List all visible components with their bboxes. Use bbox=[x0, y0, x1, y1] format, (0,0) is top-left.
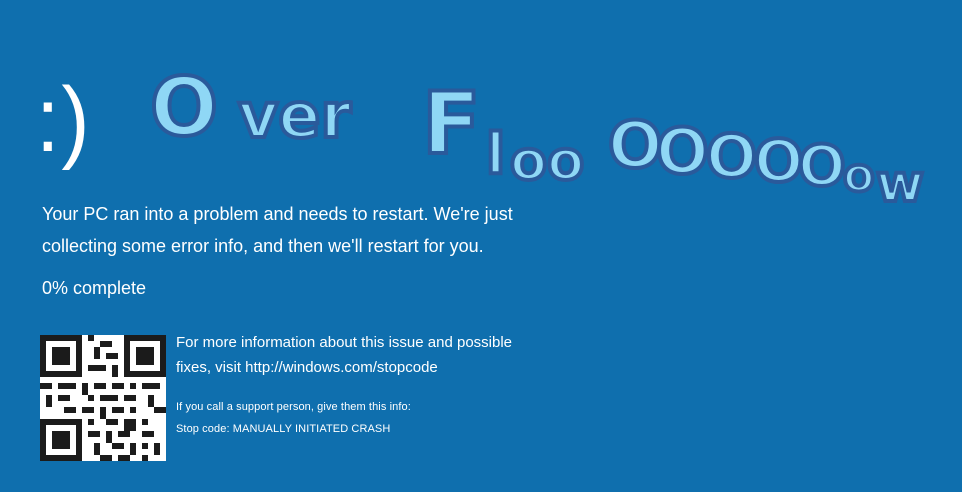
overlay-letter-o-3: O bbox=[706, 122, 757, 192]
more-info-line-1: For more information about this issue an… bbox=[176, 334, 513, 351]
qr-code-icon bbox=[40, 335, 166, 461]
overlay-letter-w: w bbox=[876, 154, 924, 214]
overlay-letter-o-1: O bbox=[608, 109, 662, 183]
overlay-letter-o-4: O bbox=[754, 127, 803, 195]
overlay-letter-o-small: o bbox=[843, 148, 875, 202]
error-message: Your PC ran into a problem and needs to … bbox=[42, 198, 562, 262]
stopcode-info: For more information about this issue an… bbox=[176, 330, 556, 440]
overflow-overlay-text: O ver F l oo O O O O O o w bbox=[150, 35, 950, 215]
message-line-2: collecting some error info, and then we'… bbox=[42, 236, 484, 256]
stop-code-line: Stop code: MANUALLY INITIATED CRASH bbox=[176, 423, 391, 435]
overlay-letter-o-large: O bbox=[150, 61, 218, 154]
more-info-line-2: fixes, visit http://windows.com/stopcode bbox=[176, 359, 438, 376]
overlay-letter-o-2: O bbox=[656, 115, 709, 188]
info-gap bbox=[176, 380, 556, 396]
support-line: If you call a support person, give them … bbox=[176, 401, 411, 413]
overlay-letters-oo: oo bbox=[510, 129, 584, 192]
overlay-letter-f: F bbox=[422, 74, 481, 174]
overlay-letters-ver: ver bbox=[238, 79, 351, 152]
overlay-letter-o-5: O bbox=[798, 134, 846, 199]
message-line-1: Your PC ran into a problem and needs to … bbox=[42, 204, 513, 224]
sad-face-emoticon: :) bbox=[36, 69, 92, 171]
progress-status: 0% complete bbox=[42, 278, 147, 298]
overlay-letter-l: l bbox=[486, 122, 505, 187]
